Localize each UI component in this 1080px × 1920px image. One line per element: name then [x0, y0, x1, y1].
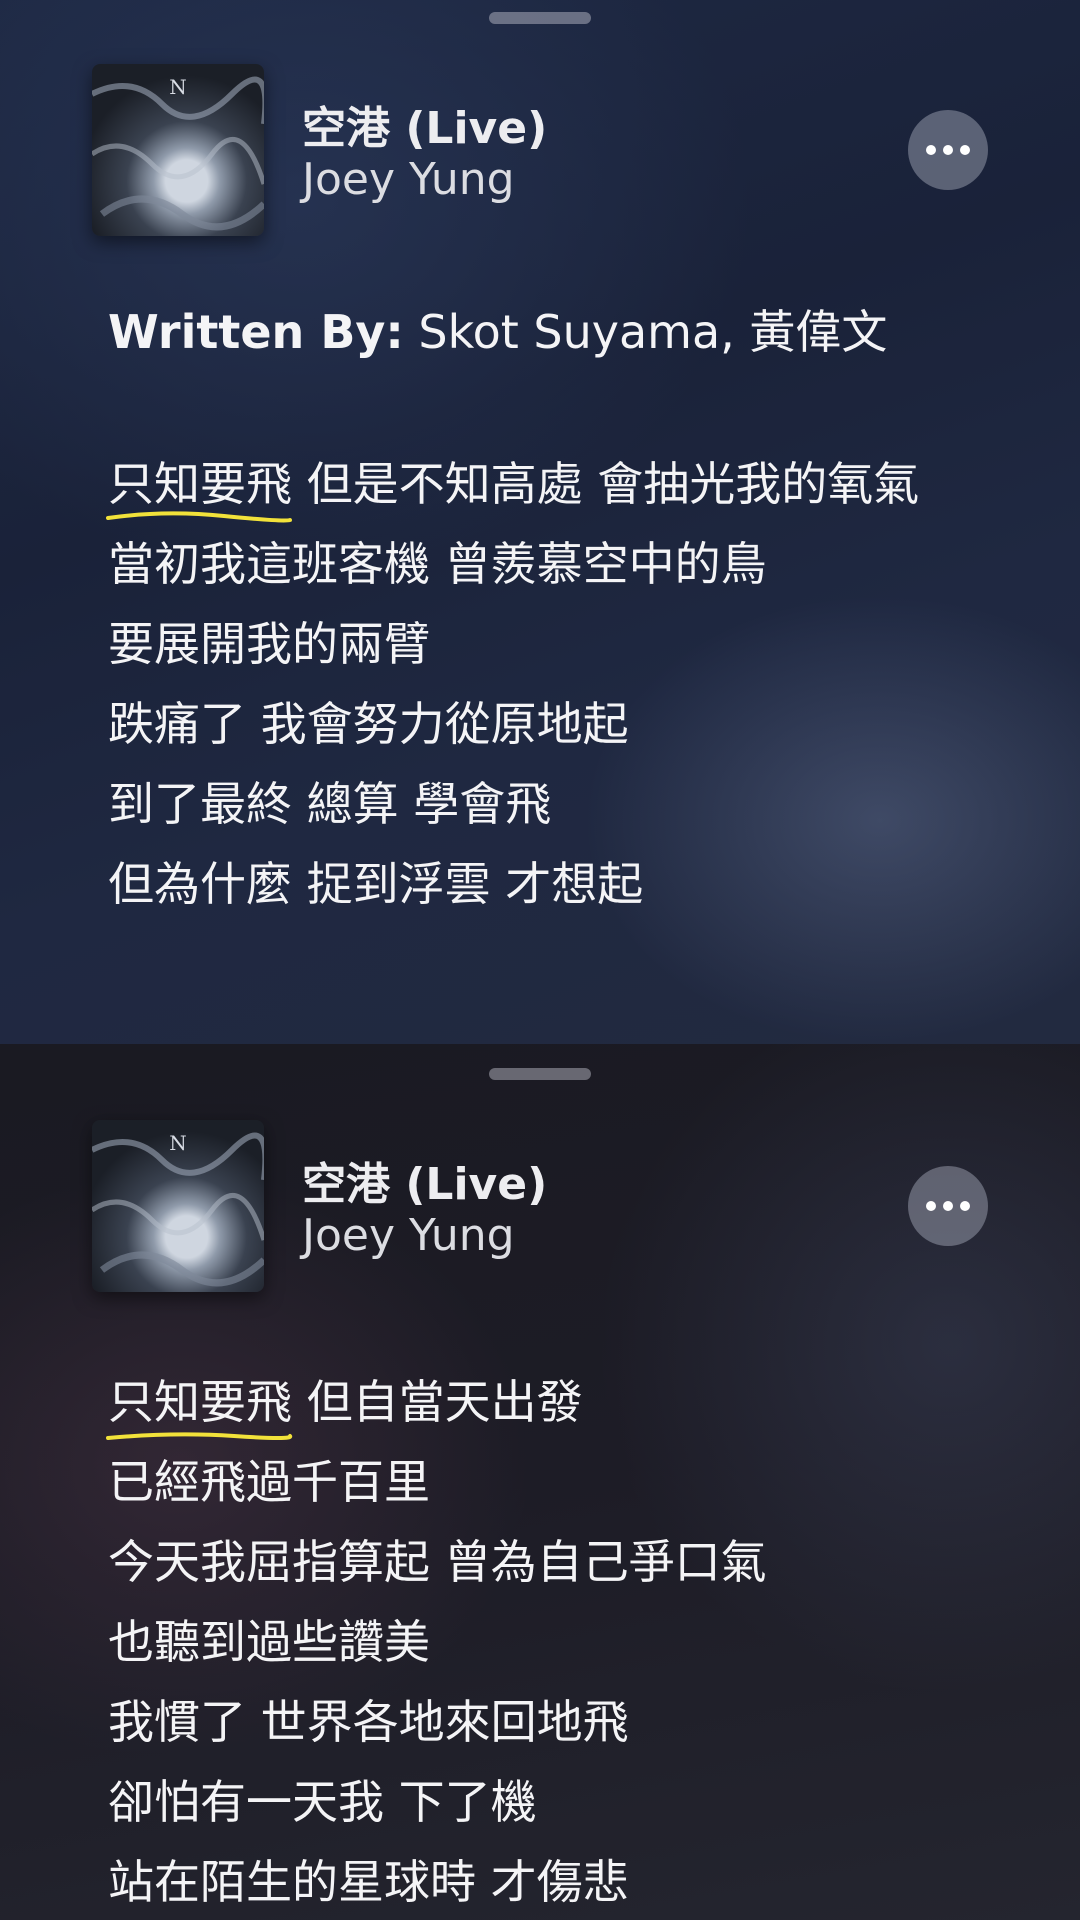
lyric-line[interactable]: 要展開我的兩臂 [108, 612, 978, 692]
lyric-line[interactable]: 跌痛了 我會努力從原地起 [108, 692, 978, 772]
ellipsis-icon [926, 145, 936, 155]
highlight-text: 只知要飛 [108, 457, 292, 511]
lyrics-list: 只知要飛 但自當天出發 已經飛過千百里 今天我屈指算起 曾為自己爭口氣 也聽到過… [106, 1370, 978, 1920]
lyric-text: 但是不知高處 會抽光我的氧氣 [292, 457, 920, 511]
lyric-line[interactable]: 當初我這班客機 曾羨慕空中的鳥 [108, 532, 978, 612]
lyric-line[interactable]: 只知要飛 但自當天出發 [106, 1370, 978, 1450]
lyric-line[interactable]: 我慣了 世界各地來回地飛 [108, 1690, 978, 1770]
lyric-line[interactable]: 也聽到過些讚美 [108, 1610, 978, 1690]
lyric-line[interactable]: 到了最終 總算 學會飛 [108, 772, 978, 852]
lyric-line[interactable]: 站在陌生的星球時 才傷悲 [108, 1850, 978, 1920]
ellipsis-icon [960, 145, 970, 155]
sheet-grabber[interactable] [489, 12, 591, 24]
lyrics-panel-top: N 空港 (Live) Joey Yung Written By: Skot S… [0, 0, 1080, 1044]
lyric-line[interactable]: 已經飛過千百里 [108, 1450, 978, 1530]
songwriter-credits: Written By: Skot Suyama, 黃偉文 [108, 296, 887, 362]
song-title: 空港 (Live) [302, 1159, 548, 1210]
highlight-underline [106, 511, 292, 523]
credits-value: Skot Suyama, 黃偉文 [403, 305, 888, 359]
sheet-grabber[interactable] [489, 1068, 591, 1080]
album-art: N [92, 1120, 264, 1292]
lyric-text: 但自當天出發 [292, 1375, 583, 1429]
ellipsis-icon [943, 1201, 953, 1211]
ellipsis-icon [960, 1201, 970, 1211]
highlight-underline [106, 1432, 293, 1440]
credits-label: Written By: [108, 305, 404, 359]
svg-text:N: N [169, 75, 187, 99]
more-options-button[interactable] [908, 1166, 988, 1246]
highlighted-phrase: 只知要飛 [106, 1370, 293, 1440]
ellipsis-icon [926, 1201, 936, 1211]
album-art: N [92, 64, 264, 236]
lyrics-panel-bottom: N 空港 (Live) Joey Yung 只知要飛 但自當天出發 已經飛過千百… [0, 1044, 1080, 1920]
lyric-line[interactable]: 卻怕有一天我 下了機 [108, 1770, 978, 1850]
more-options-button[interactable] [908, 110, 988, 190]
lyric-line[interactable]: 但為什麼 捉到浮雲 才想起 [108, 852, 978, 932]
ellipsis-icon [943, 145, 953, 155]
song-artist[interactable]: Joey Yung [302, 154, 515, 205]
lyric-line[interactable]: 今天我屈指算起 曾為自己爭口氣 [108, 1530, 978, 1610]
highlight-text: 只知要飛 [108, 1375, 292, 1429]
song-artist[interactable]: Joey Yung [302, 1210, 515, 1261]
svg-text:N: N [169, 1131, 187, 1155]
song-title: 空港 (Live) [302, 103, 548, 154]
highlighted-phrase: 只知要飛 [106, 452, 292, 523]
lyric-line[interactable]: 只知要飛 但是不知高處 會抽光我的氧氣 [106, 452, 978, 523]
lyrics-list: 只知要飛 但是不知高處 會抽光我的氧氣 當初我這班客機 曾羨慕空中的鳥 要展開我… [106, 452, 978, 932]
